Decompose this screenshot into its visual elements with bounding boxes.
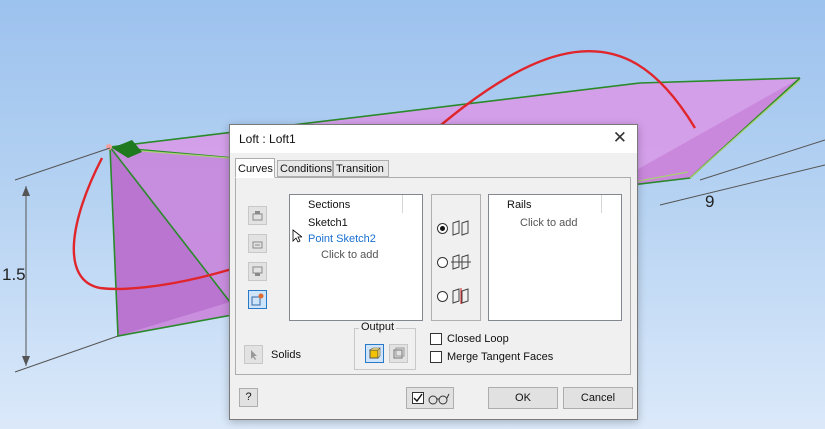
tab-transition[interactable]: Transition: [333, 160, 389, 177]
output-label: Output: [359, 321, 397, 333]
dimension-height-label[interactable]: 1.5: [2, 265, 26, 284]
solids-label: Solids: [271, 349, 301, 361]
dialog-title: Loft : Loft1: [239, 132, 296, 146]
mode-area-radio[interactable]: [437, 291, 448, 302]
mode-sections-radio[interactable]: [437, 223, 448, 234]
loft-dialog: Loft : Loft1 ✕ Curves Conditions Transit…: [229, 124, 638, 420]
rail-loft-icon: [452, 220, 469, 236]
preview-checkbox[interactable]: [412, 392, 424, 404]
loft-mode-box: [431, 194, 481, 321]
section-move-up-button[interactable]: [248, 206, 267, 225]
merge-tangent-faces-checkbox[interactable]: [430, 351, 442, 363]
close-icon[interactable]: ✕: [613, 128, 627, 148]
section-item-point-sketch2[interactable]: Point Sketch2: [308, 233, 376, 245]
curves-panel: Sections Sketch1 Point Sketch2 Click to …: [235, 177, 631, 375]
sections-click-to-add[interactable]: Click to add: [321, 249, 378, 261]
rails-column-separator: [601, 195, 602, 213]
tab-conditions[interactable]: Conditions: [277, 160, 333, 177]
rails-click-to-add[interactable]: Click to add: [520, 217, 577, 229]
section-move-down-button[interactable]: [248, 262, 267, 281]
output-group: Output: [354, 321, 416, 370]
merge-tangent-faces-label: Merge Tangent Faces: [447, 351, 554, 363]
centerline-loft-icon: [451, 254, 471, 270]
cancel-button[interactable]: Cancel: [563, 387, 633, 409]
preview-toggle[interactable]: [406, 387, 454, 409]
solids-select-button[interactable]: [244, 345, 263, 364]
dialog-titlebar[interactable]: Loft : Loft1 ✕: [230, 125, 637, 153]
closed-loop-label: Closed Loop: [447, 333, 509, 345]
sections-header: Sections: [308, 199, 351, 211]
rails-list[interactable]: Rails Click to add: [488, 194, 622, 321]
sections-list[interactable]: Sections Sketch1 Point Sketch2 Click to …: [289, 194, 423, 321]
help-button[interactable]: ?: [239, 388, 258, 407]
tab-curves[interactable]: Curves: [235, 158, 275, 178]
glasses-icon: [428, 393, 450, 405]
dimension-length-label[interactable]: 9: [705, 192, 714, 211]
rails-header: Rails: [507, 199, 532, 211]
mode-centerline-radio[interactable]: [437, 257, 448, 268]
dialog-footer: ? OK Cancel: [230, 378, 637, 419]
output-surface-button[interactable]: [389, 344, 408, 363]
area-loft-icon: [452, 288, 469, 304]
mouse-cursor-icon: [292, 229, 302, 243]
closed-loop-checkbox[interactable]: [430, 333, 442, 345]
output-solid-button[interactable]: [365, 344, 384, 363]
sections-column-separator: [402, 195, 403, 213]
section-move-button[interactable]: [248, 234, 267, 253]
point-options-button[interactable]: [248, 290, 267, 309]
section-item-sketch1[interactable]: Sketch1: [308, 217, 348, 229]
ok-button[interactable]: OK: [488, 387, 558, 409]
